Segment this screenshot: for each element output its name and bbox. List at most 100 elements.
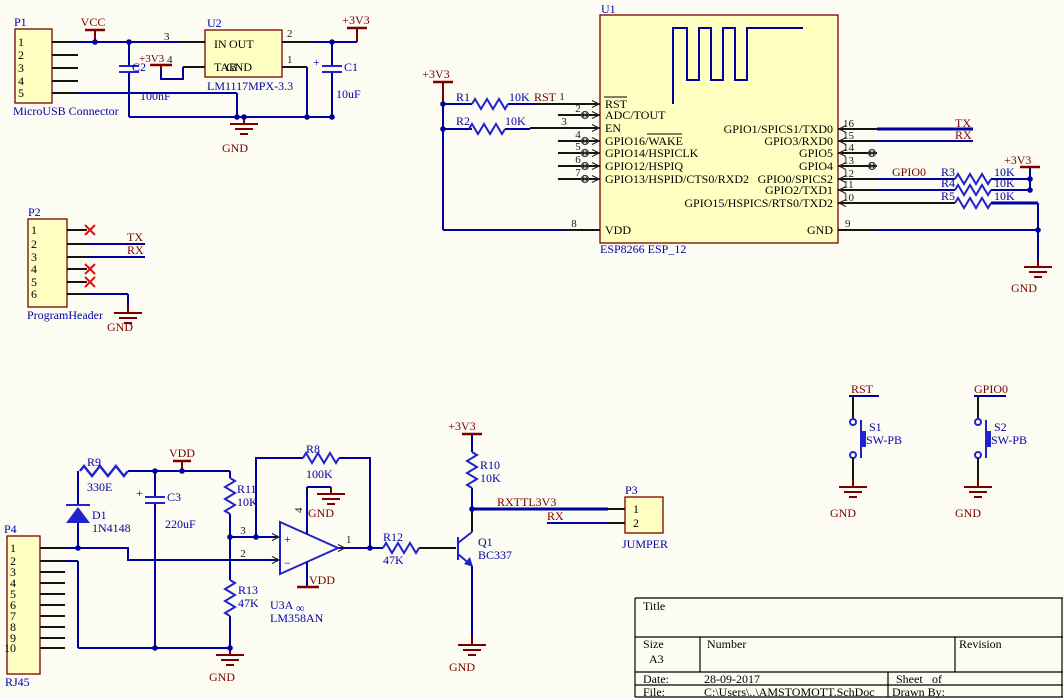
c3-plus: + [136,486,143,500]
power-flag-3v3-tab[interactable] [150,65,172,70]
connector-P4[interactable]: P4 1 2 3 4 5 6 7 8 9 10 RJ45 [4,522,65,689]
regulator-U2[interactable]: U2 IN OUT TAB GND LM1117MPX-3.3 3 2 1 4 [164,16,313,93]
tb-file-value: C:\Users\..\AMSTOMOTT.SchDoc [704,685,875,698]
p3-desc: JUMPER [622,537,668,551]
c1-plus: + [313,55,320,69]
u1-rpin11-name: GPIO2/TXD1 [765,183,833,197]
power-flag-3v3-out[interactable] [347,28,367,42]
p1-pin-3: 3 [18,61,24,75]
u1-lpin7-num: 7 [575,167,581,179]
section-esp8266: U1 ESP8266 ESP_12 RST ADC/TOUT EN GPIO16… [422,2,1052,295]
resistor-R9[interactable]: R9 330E [80,455,128,494]
r12-value: 47K [383,553,404,567]
s2-value: SW-PB [991,433,1027,447]
switch-S1[interactable]: RST S1 SW-PB [849,382,902,480]
v33-label-u1: +3V3 [422,67,449,81]
resistor-R13[interactable]: R13 47K [225,580,259,616]
p1-pin-2: 2 [18,48,24,62]
diode-D1[interactable]: D1 1N4148 [66,505,131,535]
schematic-sheet[interactable]: P1 1 2 3 4 5 MicroUSB Connector VCC C2 1… [0,0,1064,698]
resistor-R10[interactable]: R10 10K [467,452,501,488]
u3a-ref: U3A [270,598,294,612]
u1-lpin3-num: 3 [561,116,567,128]
r4-ref: R4 [941,176,955,190]
u2-ref: U2 [207,16,222,30]
u1-lpin8-num: 8 [571,218,577,230]
p3-pin-1: 1 [633,502,639,516]
gnd-label-reg: GND [222,141,248,155]
p2-pin-1: 1 [31,223,37,237]
p1-ref: P1 [14,15,27,29]
section-power-supply: P1 1 2 3 4 5 MicroUSB Connector VCC C2 1… [13,13,370,155]
u1-rpin13-num: 13 [843,155,855,167]
r5-value: 10K [994,189,1015,203]
schematic-canvas[interactable]: P1 1 2 3 4 5 MicroUSB Connector VCC C2 1… [0,0,1064,698]
p2-pin-6: 6 [31,287,37,301]
u1-lpin3-name: EN [605,121,621,135]
c2-value: 100nF [140,89,171,103]
u1-rpin9-num: 9 [845,218,851,230]
gnd-symbol-s2[interactable] [964,480,992,497]
switch-S2[interactable]: GPIO0 S2 SW-PB [974,382,1027,480]
u1-rpin10-num: 10 [843,192,855,204]
capacitor-C1[interactable]: + C1 10uF [313,55,361,101]
resistor-R2[interactable]: R2 10K [456,114,526,134]
tb-revision-label: Revision [959,637,1002,651]
r11-ref: R11 [237,482,257,496]
rx-net-label-p2: RX [127,243,144,257]
u1-lpin2-num: 2 [575,103,581,115]
gnd-symbol-esp[interactable] [1024,260,1052,277]
u3a-pin4-num: 4 [293,507,305,513]
resistor-R11[interactable]: R11 10K [225,478,258,514]
gpio0-net-label-u1: GPIO0 [892,165,926,179]
u3a-pin2-num: 2 [240,548,246,560]
capacitor-C2[interactable]: C2 100nF [119,60,171,103]
power-flag-3v3-u1[interactable] [433,82,453,104]
p1-desc: MicroUSB Connector [13,104,119,118]
u1-lpin1-num: 1 [559,91,565,103]
rx-net-label-p3: RX [547,509,564,523]
s2-ref: S2 [994,420,1007,434]
r10-ref: R10 [480,458,500,472]
u2-pin1-num: 1 [287,54,293,66]
s1-value: SW-PB [866,433,902,447]
transistor-Q1[interactable]: Q1 BC337 [458,532,512,567]
resistor-R12[interactable]: R12 47K [383,530,419,567]
r8-ref: R8 [306,442,320,456]
connector-P2[interactable]: P2 1 2 3 4 5 6 ProgramHeader [27,205,103,322]
gnd-symbol-s1[interactable] [839,480,867,497]
u2-pin-in-name: IN [214,37,227,51]
r5-ref: R5 [941,189,955,203]
u1-lpin7-name: GPIO13/HSPID/CTS0/RXD2 [605,172,749,186]
capacitor-C3[interactable]: + C3 220uF [136,486,196,531]
vdd-label-opamp: VDD [309,573,335,587]
rst-net-label-u1: RST [534,90,557,104]
gnd-label-s1: GND [830,506,856,520]
u1-value: ESP8266 ESP_12 [600,242,686,256]
resistor-R8[interactable]: R8 100K [303,442,339,481]
p1-pin-1: 1 [18,35,24,49]
tb-size-value: A3 [649,652,664,666]
u2-pin-gnd-name: GND [226,60,252,74]
gnd-symbol-q1[interactable] [458,638,486,655]
u3a-pin1-num: 1 [346,534,352,546]
connector-P3[interactable]: P3 1 2 JUMPER [622,483,668,551]
c1-value: 10uF [336,87,361,101]
resistor-R1[interactable]: R1 10K [456,90,530,109]
p4-desc: RJ45 [5,675,30,689]
r2-ref: R2 [456,114,470,128]
r12-ref: R12 [383,530,403,544]
c3-value: 220uF [165,517,196,531]
u2-value: LM1117MPX-3.3 [207,79,293,93]
u1-rpin16-num: 16 [843,118,855,130]
u1-rpin11-num: 11 [843,179,854,191]
p2-pin-4: 4 [31,262,37,276]
r9-value: 330E [87,480,112,494]
u2-pin-out-name: OUT [229,37,254,51]
v33-label-tab: +3V3 [139,53,165,65]
tb-number-label: Number [707,637,746,651]
gnd-symbol-opamp[interactable] [317,487,345,504]
p2-desc: ProgramHeader [27,308,103,322]
gnd-label-p2: GND [107,320,133,334]
r10-value: 10K [480,471,501,485]
